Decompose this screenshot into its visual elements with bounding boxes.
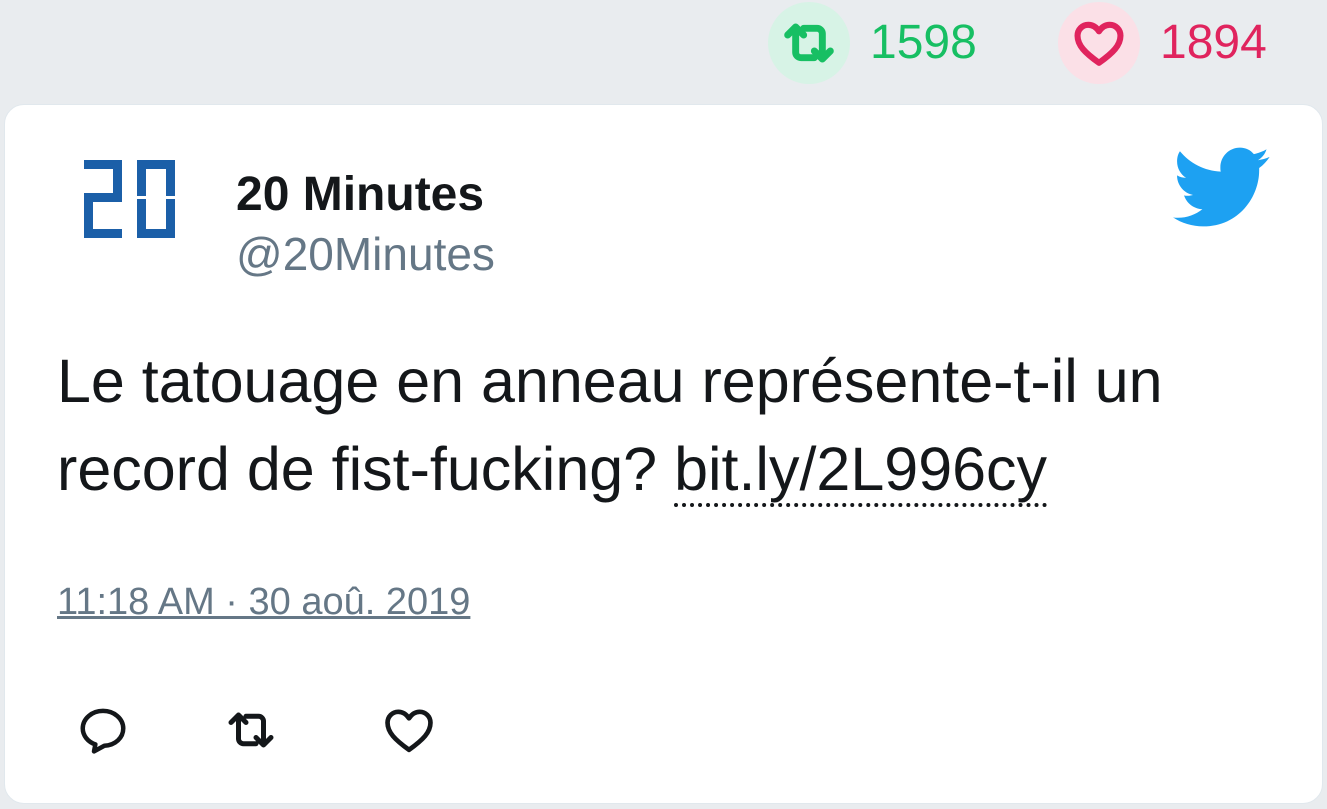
retweet-icon xyxy=(228,712,274,748)
retweet-stat-icon-circle xyxy=(768,2,850,84)
heart-icon xyxy=(1074,21,1124,66)
like-button[interactable] xyxy=(379,700,439,760)
20-minutes-logo xyxy=(84,160,175,238)
tweet-timestamp[interactable]: 11:18 AM · 30 aoû. 2019 xyxy=(57,581,470,624)
engagement-stats: 1598 1894 xyxy=(0,0,1327,100)
retweet-count: 1598 xyxy=(870,16,977,69)
tweet-card: 20 Minutes @20Minutes Le tatouage en ann… xyxy=(4,104,1323,804)
tweet-text: Le tatouage en anneau représente-t-il un… xyxy=(57,337,1287,513)
heart-icon xyxy=(385,709,433,753)
author-handle[interactable]: @20Minutes xyxy=(236,227,495,281)
reply-icon xyxy=(80,708,126,754)
reply-button[interactable] xyxy=(73,700,133,760)
avatar[interactable] xyxy=(59,143,201,285)
twitter-bird-icon[interactable] xyxy=(1173,147,1271,229)
like-stat[interactable]: 1894 xyxy=(1058,2,1267,84)
author-name[interactable]: 20 Minutes xyxy=(236,167,484,222)
retweet-stat[interactable]: 1598 xyxy=(768,2,977,84)
retweet-button[interactable] xyxy=(221,700,281,760)
tweet-link[interactable]: bit.ly/2L996cy xyxy=(674,435,1048,507)
like-count: 1894 xyxy=(1160,16,1267,69)
like-stat-icon-circle xyxy=(1058,2,1140,84)
retweet-icon xyxy=(784,23,834,63)
